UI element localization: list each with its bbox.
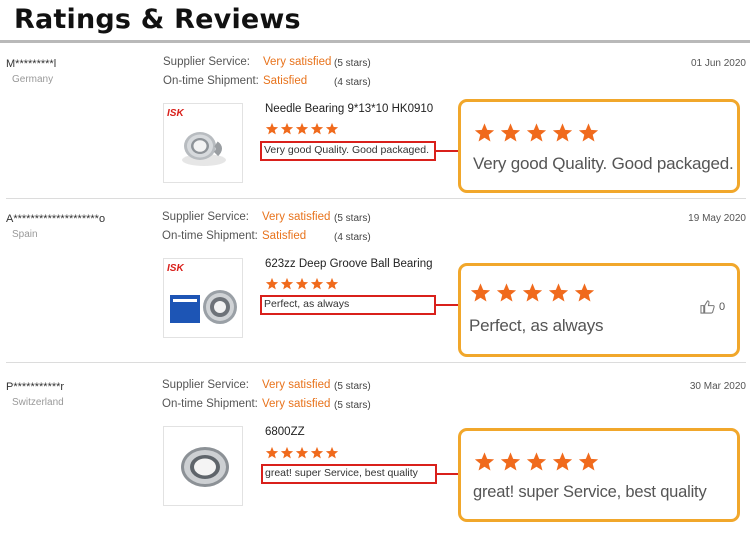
shipment-value: Very satisfied bbox=[262, 398, 331, 410]
review-item: P***********r Switzerland Supplier Servi… bbox=[0, 367, 750, 527]
supplier-service-value: Very satisfied bbox=[263, 56, 332, 68]
rating-stars bbox=[265, 446, 339, 460]
shipment-label: On-time Shipment: bbox=[163, 75, 259, 87]
star-icon bbox=[325, 277, 339, 290]
star-icon bbox=[500, 123, 521, 142]
star-icon bbox=[578, 123, 599, 142]
page-title: Ratings & Reviews bbox=[14, 4, 301, 35]
title-divider bbox=[0, 40, 750, 43]
star-icon bbox=[474, 123, 495, 142]
supplier-service-label: Supplier Service: bbox=[162, 211, 249, 223]
product-name[interactable]: 623zz Deep Groove Ball Bearing bbox=[265, 258, 433, 270]
zoomed-comment-callout: Very good Quality. Good packaged. bbox=[458, 99, 740, 193]
zoomed-comment-text: Very good Quality. Good packaged. bbox=[473, 154, 734, 173]
thin-bearing-image bbox=[181, 447, 229, 487]
star-icon bbox=[265, 446, 279, 459]
review-date: 30 Mar 2020 bbox=[689, 381, 746, 392]
star-icon bbox=[526, 123, 547, 142]
star-icon bbox=[325, 122, 339, 135]
review-item: M*********l Germany Supplier Service: Ve… bbox=[0, 44, 750, 204]
supplier-service-stars: (5 stars) bbox=[334, 58, 371, 69]
zoomed-comment-text: great! super Service, best quality bbox=[473, 483, 707, 501]
star-icon bbox=[574, 283, 595, 302]
highlight-connector bbox=[436, 473, 458, 475]
star-icon bbox=[310, 277, 324, 290]
reviewer-country: Switzerland bbox=[12, 397, 64, 408]
star-icon bbox=[548, 283, 569, 302]
thumbs-up-icon bbox=[700, 300, 715, 314]
zoomed-stars bbox=[469, 282, 596, 304]
reviewer-name: M*********l bbox=[6, 58, 57, 70]
star-icon bbox=[470, 283, 491, 302]
reviewer-country: Germany bbox=[12, 74, 54, 85]
shipment-stars: (4 stars) bbox=[334, 232, 371, 243]
zoomed-stars bbox=[473, 122, 600, 144]
needle-bearing-image: ISK bbox=[167, 108, 226, 166]
shipment-label: On-time Shipment: bbox=[162, 230, 258, 242]
star-icon bbox=[526, 452, 547, 471]
product-name[interactable]: 6800ZZ bbox=[265, 426, 305, 438]
highlight-connector bbox=[436, 150, 458, 152]
review-comment: Very good Quality. Good packaged. bbox=[260, 141, 436, 161]
product-thumbnail[interactable] bbox=[163, 426, 243, 506]
brand-logo: ISK bbox=[167, 108, 184, 119]
shipment-value: Satisfied bbox=[262, 230, 307, 242]
supplier-service-stars: (5 stars) bbox=[334, 213, 371, 224]
shipment-stars: (4 stars) bbox=[334, 77, 371, 88]
review-date: 01 Jun 2020 bbox=[690, 58, 746, 69]
supplier-service-value: Very satisfied bbox=[262, 211, 331, 223]
star-icon bbox=[295, 122, 309, 135]
star-icon bbox=[552, 452, 573, 471]
star-icon bbox=[325, 446, 339, 459]
zoomed-comment-callout: great! super Service, best quality bbox=[458, 428, 740, 522]
shipment-value: Satisfied bbox=[263, 75, 308, 87]
star-icon bbox=[578, 452, 599, 471]
star-icon bbox=[265, 277, 279, 290]
star-icon bbox=[552, 123, 573, 142]
supplier-service-stars: (5 stars) bbox=[334, 381, 371, 392]
star-icon bbox=[310, 122, 324, 135]
product-thumbnail[interactable]: ISK bbox=[163, 103, 243, 183]
review-comment: Perfect, as always bbox=[260, 295, 436, 315]
star-icon bbox=[295, 277, 309, 290]
star-icon bbox=[280, 446, 294, 459]
review-date: 19 May 2020 bbox=[688, 213, 746, 224]
reviewer-name: P***********r bbox=[6, 381, 65, 393]
helpful-button[interactable]: 0 bbox=[700, 300, 725, 314]
review-item: A********************o Spain Supplier Se… bbox=[0, 199, 750, 359]
highlight-connector bbox=[436, 304, 458, 306]
product-name[interactable]: Needle Bearing 9*13*10 HK0910 bbox=[265, 103, 433, 115]
review-comment: great! super Service, best quality bbox=[261, 464, 437, 484]
shipment-stars: (5 stars) bbox=[334, 400, 371, 411]
supplier-service-label: Supplier Service: bbox=[163, 56, 250, 68]
product-thumbnail[interactable]: ISK bbox=[163, 258, 243, 338]
reviewer-country: Spain bbox=[12, 229, 38, 240]
star-icon bbox=[474, 452, 495, 471]
shipment-label: On-time Shipment: bbox=[162, 398, 258, 410]
reviewer-name: A********************o bbox=[6, 213, 106, 225]
zoomed-stars bbox=[473, 451, 600, 473]
star-icon bbox=[500, 452, 521, 471]
zoomed-comment-callout: Perfect, as always bbox=[458, 263, 740, 357]
star-icon bbox=[310, 446, 324, 459]
star-icon bbox=[295, 446, 309, 459]
star-icon bbox=[280, 277, 294, 290]
zoomed-comment-text: Perfect, as always bbox=[469, 316, 604, 335]
helpful-count: 0 bbox=[719, 301, 726, 313]
rating-stars bbox=[265, 122, 339, 136]
review-divider bbox=[6, 362, 746, 363]
star-icon bbox=[280, 122, 294, 135]
supplier-service-value: Very satisfied bbox=[262, 379, 331, 391]
star-icon bbox=[522, 283, 543, 302]
brand-logo: ISK bbox=[167, 263, 184, 274]
supplier-service-label: Supplier Service: bbox=[162, 379, 249, 391]
ball-bearing-box-image: ISK bbox=[167, 263, 237, 324]
star-icon bbox=[496, 283, 517, 302]
rating-stars bbox=[265, 277, 339, 291]
star-icon bbox=[265, 122, 279, 135]
